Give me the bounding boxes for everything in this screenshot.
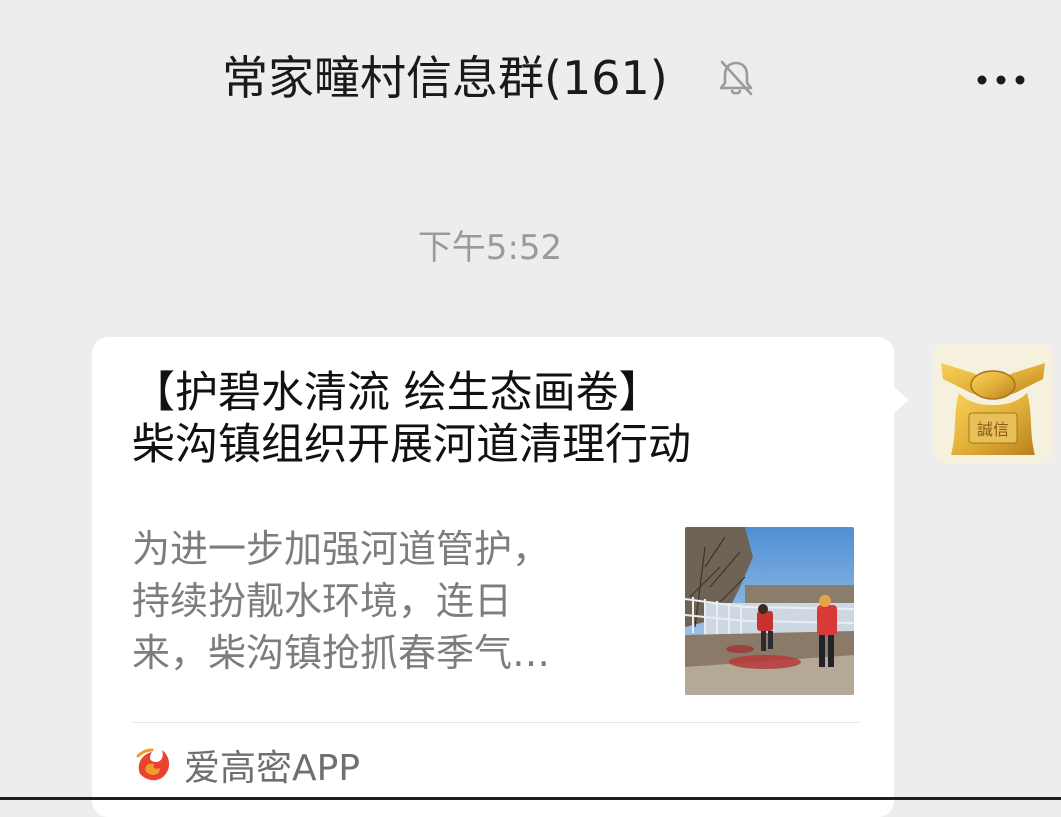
article-summary: 为进一步加强河道管护， 持续扮靓水环境，连日 来，柴沟镇抢抓春季气… bbox=[132, 523, 652, 679]
message-timestamp: 下午5:52 bbox=[417, 228, 563, 268]
bubble-tail bbox=[893, 386, 909, 414]
golden-handshake-avatar: 誠信 bbox=[933, 343, 1053, 463]
article-summary-line-3: 来，柴沟镇抢抓春季气… bbox=[132, 631, 551, 675]
article-summary-line-2: 持续扮靓水环境，连日 bbox=[132, 579, 513, 623]
sender-avatar[interactable]: 誠信 bbox=[933, 343, 1053, 463]
more-button[interactable] bbox=[966, 55, 1036, 105]
article-title: 【护碧水清流 绘生态画卷】 柴沟镇组织开展河道清理行动 bbox=[132, 367, 872, 471]
article-title-line-1: 【护碧水清流 绘生态画卷】 bbox=[132, 368, 662, 418]
more-dots-icon bbox=[977, 75, 1025, 85]
article-source: 爱高密APP bbox=[132, 737, 360, 793]
source-name: 爱高密APP bbox=[184, 748, 361, 789]
chat-title[interactable]: 常家疃村信息群(161) bbox=[222, 48, 668, 108]
avatar-text: 誠信 bbox=[977, 420, 1009, 439]
article-title-line-2: 柴沟镇组织开展河道清理行动 bbox=[132, 420, 691, 470]
bell-off-icon bbox=[714, 56, 758, 100]
card-divider bbox=[132, 722, 860, 723]
article-thumbnail bbox=[685, 527, 854, 695]
article-summary-line-1: 为进一步加强河道管护， bbox=[132, 527, 551, 571]
shared-article-card[interactable]: 【护碧水清流 绘生态画卷】 柴沟镇组织开展河道清理行动 为进一步加强河道管护， … bbox=[92, 337, 894, 817]
chat-header: 常家疃村信息群(161) bbox=[0, 0, 1061, 160]
flame-logo-icon bbox=[136, 748, 170, 781]
